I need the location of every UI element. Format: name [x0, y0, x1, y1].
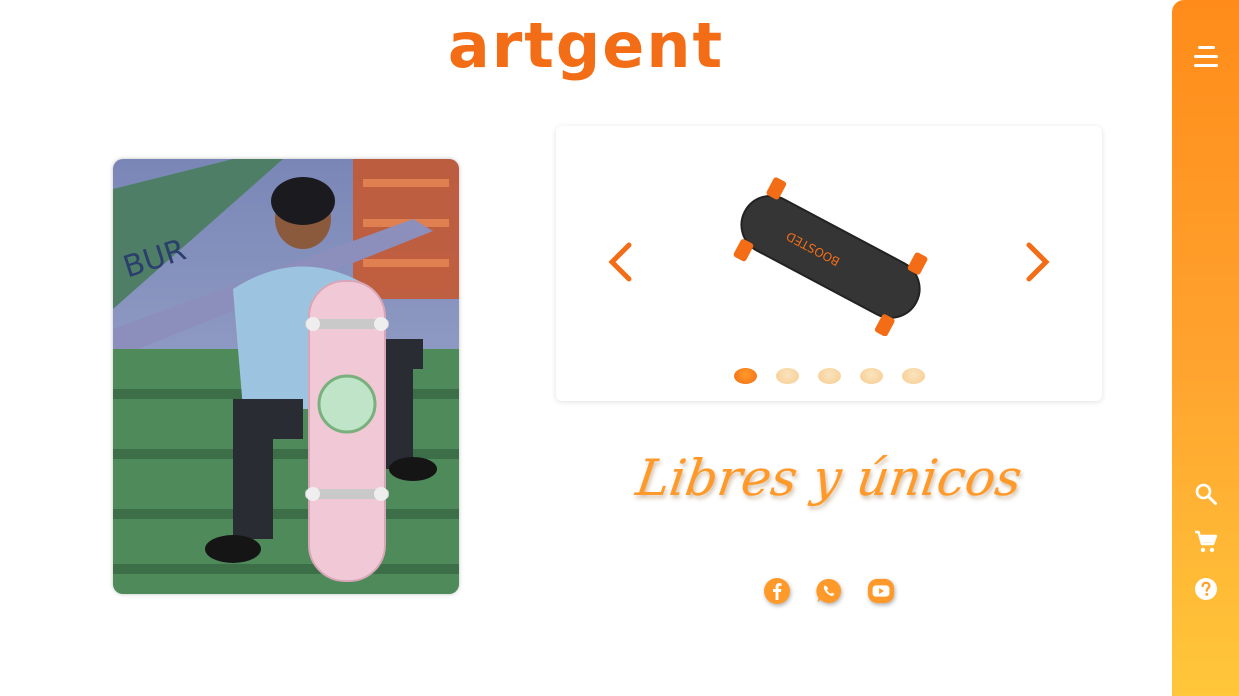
product-carousel: BOOSTED	[556, 126, 1102, 401]
youtube-icon	[867, 578, 895, 604]
cart-button[interactable]	[1192, 528, 1220, 556]
whatsapp-link[interactable]	[815, 576, 843, 606]
search-button[interactable]	[1192, 480, 1220, 508]
right-sidebar	[1172, 0, 1239, 696]
carousel-next-button[interactable]	[1020, 234, 1056, 290]
carousel-dot-2[interactable]	[776, 368, 799, 384]
facebook-link[interactable]	[763, 576, 791, 606]
youtube-link[interactable]	[867, 576, 895, 606]
facebook-icon	[764, 578, 790, 604]
tagline: Libres y únicos	[632, 449, 1026, 507]
social-links	[763, 576, 895, 606]
carousel-dot-4[interactable]	[860, 368, 883, 384]
carousel-prev-button[interactable]	[602, 234, 638, 290]
carousel-dot-3[interactable]	[818, 368, 841, 384]
help-button[interactable]	[1192, 575, 1220, 603]
menu-button[interactable]	[1192, 44, 1220, 70]
whatsapp-icon	[816, 578, 841, 603]
cart-icon	[1195, 530, 1218, 553]
search-icon	[1195, 483, 1217, 505]
help-icon	[1195, 578, 1217, 600]
longboard-product-image[interactable]: BOOSTED	[726, 176, 936, 337]
carousel-indicators	[734, 368, 925, 384]
hero-photo: BUR	[113, 159, 459, 594]
carousel-dot-1[interactable]	[734, 368, 757, 384]
menu-icon	[1194, 46, 1218, 67]
carousel-dot-5[interactable]	[902, 368, 925, 384]
chevron-right-icon	[1026, 242, 1050, 282]
chevron-left-icon	[608, 242, 632, 282]
brand-logo[interactable]: artgent	[0, 8, 1172, 84]
